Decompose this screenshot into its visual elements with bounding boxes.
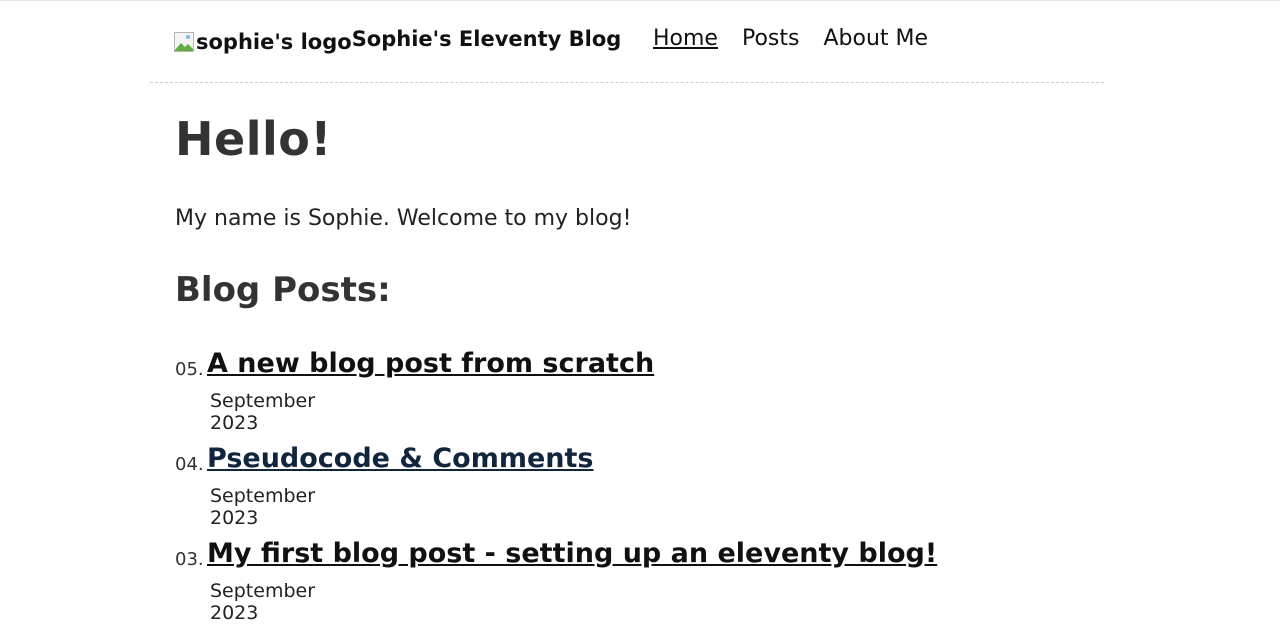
- broken-image-icon: [174, 32, 194, 52]
- nav-item-home[interactable]: Home: [653, 26, 718, 51]
- post-date: September 2023: [210, 580, 316, 624]
- nav-item-about-me[interactable]: About Me: [823, 26, 928, 51]
- post-title-link[interactable]: A new blog post from scratch: [207, 348, 654, 379]
- site-header: sophie's logo Sophie's Eleventy Blog Hom…: [150, 0, 1104, 83]
- site-title: Sophie's Eleventy Blog: [351, 27, 622, 51]
- nav-item-posts[interactable]: Posts: [742, 26, 800, 51]
- home-link-brand[interactable]: sophie's logo Sophie's Eleventy Blog: [174, 24, 621, 54]
- logo-image: sophie's logo: [174, 24, 352, 54]
- post-number: 05.: [175, 359, 204, 380]
- post-date: September 2023: [210, 390, 316, 434]
- post-number: 04.: [175, 454, 204, 475]
- main-nav: Home Posts About Me: [653, 26, 928, 51]
- post-title-link[interactable]: My first blog post - setting up an eleve…: [207, 538, 937, 569]
- post-date: September 2023: [210, 485, 316, 529]
- post-title-link[interactable]: Pseudocode & Comments: [207, 443, 593, 474]
- page-title: Hello!: [175, 112, 332, 166]
- posts-heading: Blog Posts:: [175, 270, 391, 310]
- logo-alt-text: sophie's logo: [196, 30, 352, 54]
- intro-text: My name is Sophie. Welcome to my blog!: [175, 206, 632, 231]
- post-number: 03.: [175, 549, 204, 570]
